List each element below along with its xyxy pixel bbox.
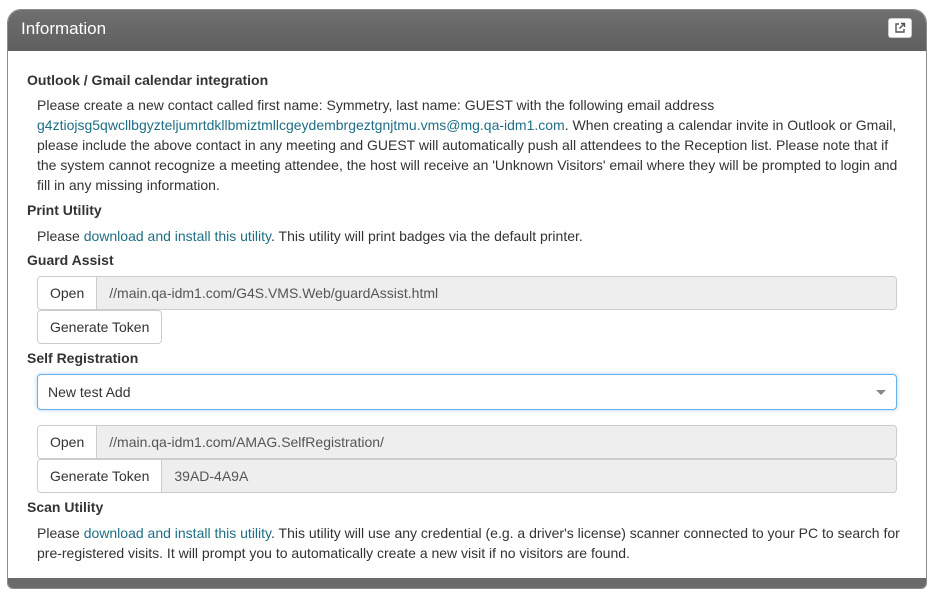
self-registration-generate-token-button[interactable]: Generate Token [38, 460, 163, 492]
outlook-description: Please create a new contact called first… [37, 95, 909, 195]
self-registration-url-group: Open //main.qa-idm1.com/AMAG.SelfRegistr… [37, 425, 897, 459]
guard-assist-url-field[interactable]: //main.qa-idm1.com/G4S.VMS.Web/guardAssi… [97, 277, 896, 309]
print-utility-download-link[interactable]: download and install this utility [84, 228, 271, 244]
self-registration-token-field[interactable]: 39AD-4A9A [162, 460, 896, 492]
self-registration-select[interactable]: New test Add [37, 374, 897, 410]
self-registration-url-field[interactable]: //main.qa-idm1.com/AMAG.SelfRegistration… [97, 426, 896, 458]
guard-assist-open-button[interactable]: Open [38, 277, 98, 309]
self-registration-selected: New test Add [48, 384, 131, 400]
print-utility-description: Please download and install this utility… [37, 226, 909, 246]
outlook-text-before: Please create a new contact called first… [37, 97, 715, 113]
external-link-icon [895, 22, 906, 33]
self-registration-open-button[interactable]: Open [38, 426, 98, 458]
scan-utility-prefix: Please [37, 525, 84, 541]
scan-utility-heading: Scan Utility [27, 499, 104, 515]
caret-down-icon [876, 390, 886, 395]
self-registration-token-group: Generate Token 39AD-4A9A [37, 459, 897, 493]
print-utility-heading: Print Utility [27, 202, 102, 218]
print-utility-prefix: Please [37, 228, 84, 244]
self-registration-heading: Self Registration [27, 350, 139, 366]
outlook-email-link[interactable]: g4ztiojsg5qwcllbgyzteljumrtdkllbmiztmllc… [37, 117, 565, 133]
scan-utility-download-link[interactable]: download and install this utility [84, 525, 271, 541]
scan-utility-description: Please download and install this utility… [37, 523, 909, 563]
panel-footer [8, 578, 926, 588]
outlook-heading: Outlook / Gmail calendar integration [27, 72, 269, 88]
guard-assist-generate-token-button[interactable]: Generate Token [37, 310, 163, 344]
guard-assist-heading: Guard Assist [27, 252, 114, 268]
panel-title: Information [21, 19, 107, 38]
panel-header: Information [8, 10, 926, 51]
information-panel: Information Outlook / Gmail calendar int… [7, 9, 927, 589]
print-utility-suffix: . This utility will print badges via the… [271, 228, 583, 244]
guard-assist-url-group: Open //main.qa-idm1.com/G4S.VMS.Web/guar… [37, 276, 897, 310]
popout-button[interactable] [888, 18, 912, 38]
